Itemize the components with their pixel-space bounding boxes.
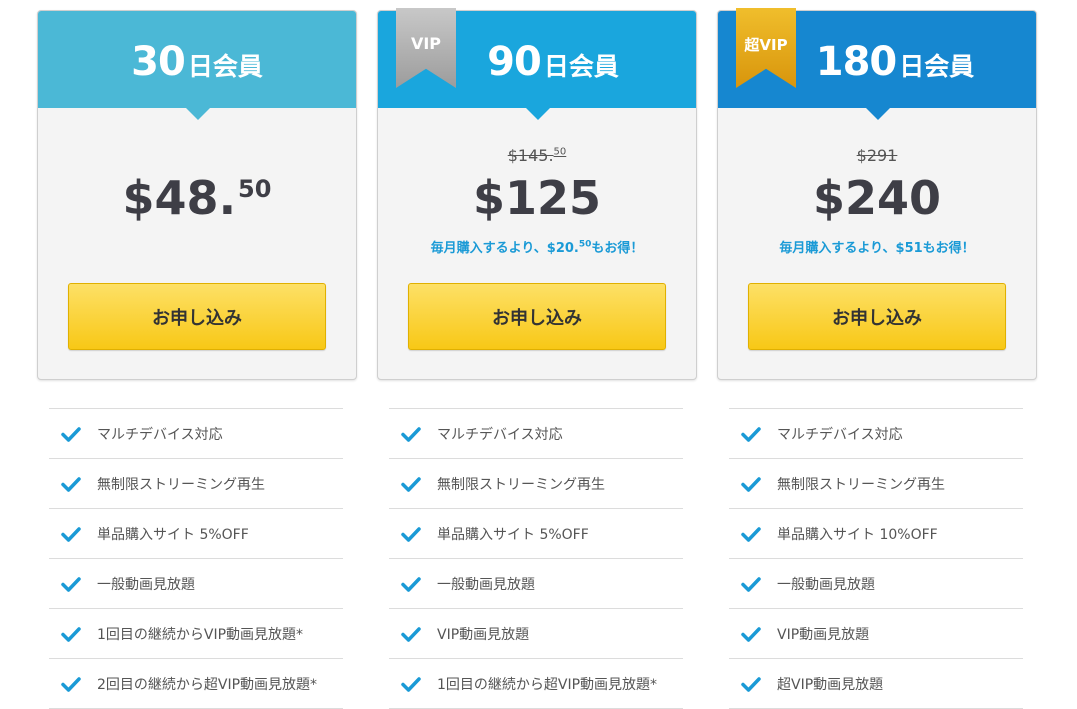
feature-item: 2回目の継続から超VIP動画見放題*	[49, 659, 343, 709]
plan-title: 30 日会員	[131, 39, 263, 85]
savings-note: 毎月購入するより、$20.50もお得！	[430, 239, 644, 256]
check-icon	[741, 576, 761, 592]
feature-item: 一般動画見放題	[729, 559, 1023, 609]
check-icon	[401, 426, 421, 442]
feature-item: 無制限ストリーミング再生	[389, 459, 683, 509]
check-icon	[61, 676, 81, 692]
feature-item: 単品購入サイト 5%OFF	[49, 509, 343, 559]
check-icon	[401, 626, 421, 642]
plan-header: 超VIP 180 日会員	[718, 8, 1036, 120]
header-pointer	[186, 108, 210, 120]
plan-title: 180 日会員	[815, 39, 975, 85]
feature-list: マルチデバイス対応 無制限ストリーミング再生 単品購入サイト 5%OFF 一般動…	[389, 408, 683, 709]
check-icon	[61, 576, 81, 592]
check-icon	[741, 476, 761, 492]
plan-card: VIP 90 日会員 $145.50 $125 毎月購入するより、$20.50もお…	[377, 8, 697, 380]
plan-price: $240	[812, 171, 942, 225]
feature-item: マルチデバイス対応	[49, 409, 343, 459]
feature-item: マルチデバイス対応	[389, 409, 683, 459]
check-icon	[401, 476, 421, 492]
original-price: $291	[856, 146, 898, 165]
savings-note: 毎月購入するより、$51もお得！	[779, 241, 975, 256]
feature-item: 一般動画見放題	[49, 559, 343, 609]
feature-item: マルチデバイス対応	[729, 409, 1023, 459]
check-icon	[61, 626, 81, 642]
feature-item: 無制限ストリーミング再生	[729, 459, 1023, 509]
check-icon	[741, 676, 761, 692]
apply-button[interactable]: お申し込み	[68, 283, 326, 350]
feature-item: 単品購入サイト 5%OFF	[389, 509, 683, 559]
header-pointer	[526, 108, 550, 120]
feature-item: 単品購入サイト 10%OFF	[729, 509, 1023, 559]
feature-item: 1回目の継続からVIP動画見放題*	[49, 609, 343, 659]
plan-header: 30 日会員	[38, 11, 356, 120]
plan-card: 超VIP 180 日会員 $291 $240 毎月購入するより、$51もお得！ お…	[717, 8, 1037, 380]
check-icon	[401, 676, 421, 692]
plan-price: $48.50	[122, 171, 272, 225]
original-price: $145.50	[507, 146, 567, 165]
check-icon	[61, 526, 81, 542]
plan-card: 30 日会員 $48.50 お申し込み	[37, 10, 357, 380]
check-icon	[401, 526, 421, 542]
feature-item: VIP動画見放題	[389, 609, 683, 659]
plan-price: $125	[472, 171, 602, 225]
check-icon	[401, 576, 421, 592]
header-pointer	[866, 108, 890, 120]
plan-title: 90 日会員	[487, 39, 619, 85]
check-icon	[61, 426, 81, 442]
check-icon	[741, 626, 761, 642]
feature-item: 一般動画見放題	[389, 559, 683, 609]
check-icon	[61, 476, 81, 492]
plan-header: VIP 90 日会員	[378, 8, 696, 120]
apply-button[interactable]: お申し込み	[748, 283, 1006, 350]
apply-button[interactable]: お申し込み	[408, 283, 666, 350]
feature-item: 1回目の継続から超VIP動画見放題*	[389, 659, 683, 709]
check-icon	[741, 426, 761, 442]
feature-list: マルチデバイス対応 無制限ストリーミング再生 単品購入サイト 5%OFF 一般動…	[49, 408, 343, 709]
check-icon	[741, 526, 761, 542]
feature-item: 超VIP動画見放題	[729, 659, 1023, 709]
feature-item: VIP動画見放題	[729, 609, 1023, 659]
feature-list: マルチデバイス対応 無制限ストリーミング再生 単品購入サイト 10%OFF 一般…	[729, 408, 1023, 709]
feature-item: 無制限ストリーミング再生	[49, 459, 343, 509]
